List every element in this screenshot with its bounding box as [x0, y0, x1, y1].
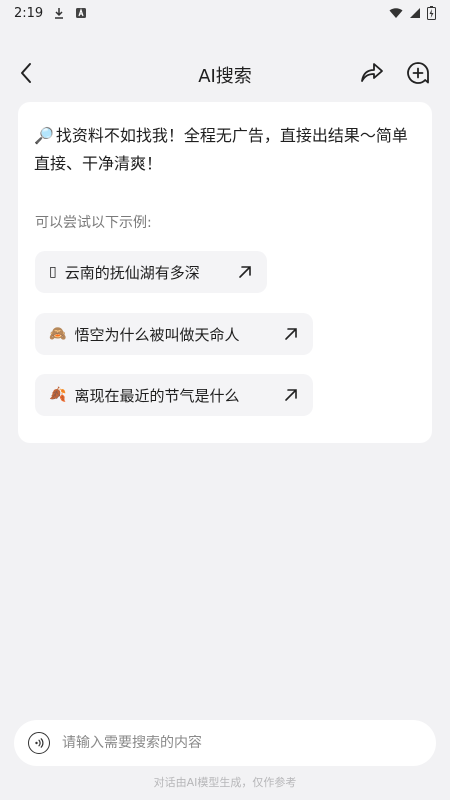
intro-text: 找资料不如找我！全程无广告，直接出结果～简单直接、干净清爽！: [34, 126, 408, 173]
battery-charging-icon: [427, 6, 436, 20]
example-text: 悟空为什么被叫做天命人: [74, 325, 240, 344]
new-chat-button[interactable]: [404, 61, 432, 89]
leaf-emoji-icon: 🍂: [49, 387, 67, 403]
intro-card: 🔎 找资料不如找我！全程无广告，直接出结果～简单直接、干净清爽！ 可以尝试以下示例…: [18, 102, 432, 443]
example-suggestion-3[interactable]: 🍂 离现在最近的节气是什么: [35, 374, 313, 416]
status-bar: 2:19: [0, 0, 450, 26]
download-icon: [53, 7, 65, 19]
ai-disclaimer: 对话由AI模型生成，仅作参考: [153, 776, 297, 789]
example-suggestion-2[interactable]: 🙈 悟空为什么被叫做天命人: [35, 313, 313, 355]
examples-label: 可以尝试以下示例:: [35, 215, 152, 231]
magnifier-emoji-icon: 🔎: [34, 126, 54, 145]
intro-message: 🔎 找资料不如找我！全程无广告，直接出结果～简单直接、干净清爽！: [34, 122, 419, 178]
search-input-bar: [14, 720, 436, 766]
arrow-up-right-icon: [283, 387, 299, 403]
app-notification-icon: [75, 7, 87, 19]
status-time: 2:19: [14, 5, 44, 21]
example-text: 云南的抚仙湖有多深: [64, 263, 200, 282]
monkey-emoji-icon: 🙈: [49, 326, 67, 342]
voice-wave-icon: [33, 734, 45, 753]
search-input[interactable]: [62, 735, 422, 751]
arrow-up-right-icon: [283, 326, 299, 342]
voice-input-button[interactable]: [28, 732, 50, 754]
signal-icon: [409, 7, 421, 19]
example-suggestion-1[interactable]: ▯ 云南的抚仙湖有多深: [35, 251, 267, 293]
wifi-icon: [389, 7, 403, 19]
top-navigation-bar: AI搜索: [0, 50, 450, 100]
example-text: 离现在最近的节气是什么: [74, 386, 240, 405]
share-button[interactable]: [358, 61, 386, 89]
example-emoji-icon: ▯: [49, 264, 57, 280]
chat-plus-icon: [406, 61, 430, 89]
arrow-up-right-icon: [237, 264, 253, 280]
share-arrow-icon: [360, 62, 384, 88]
